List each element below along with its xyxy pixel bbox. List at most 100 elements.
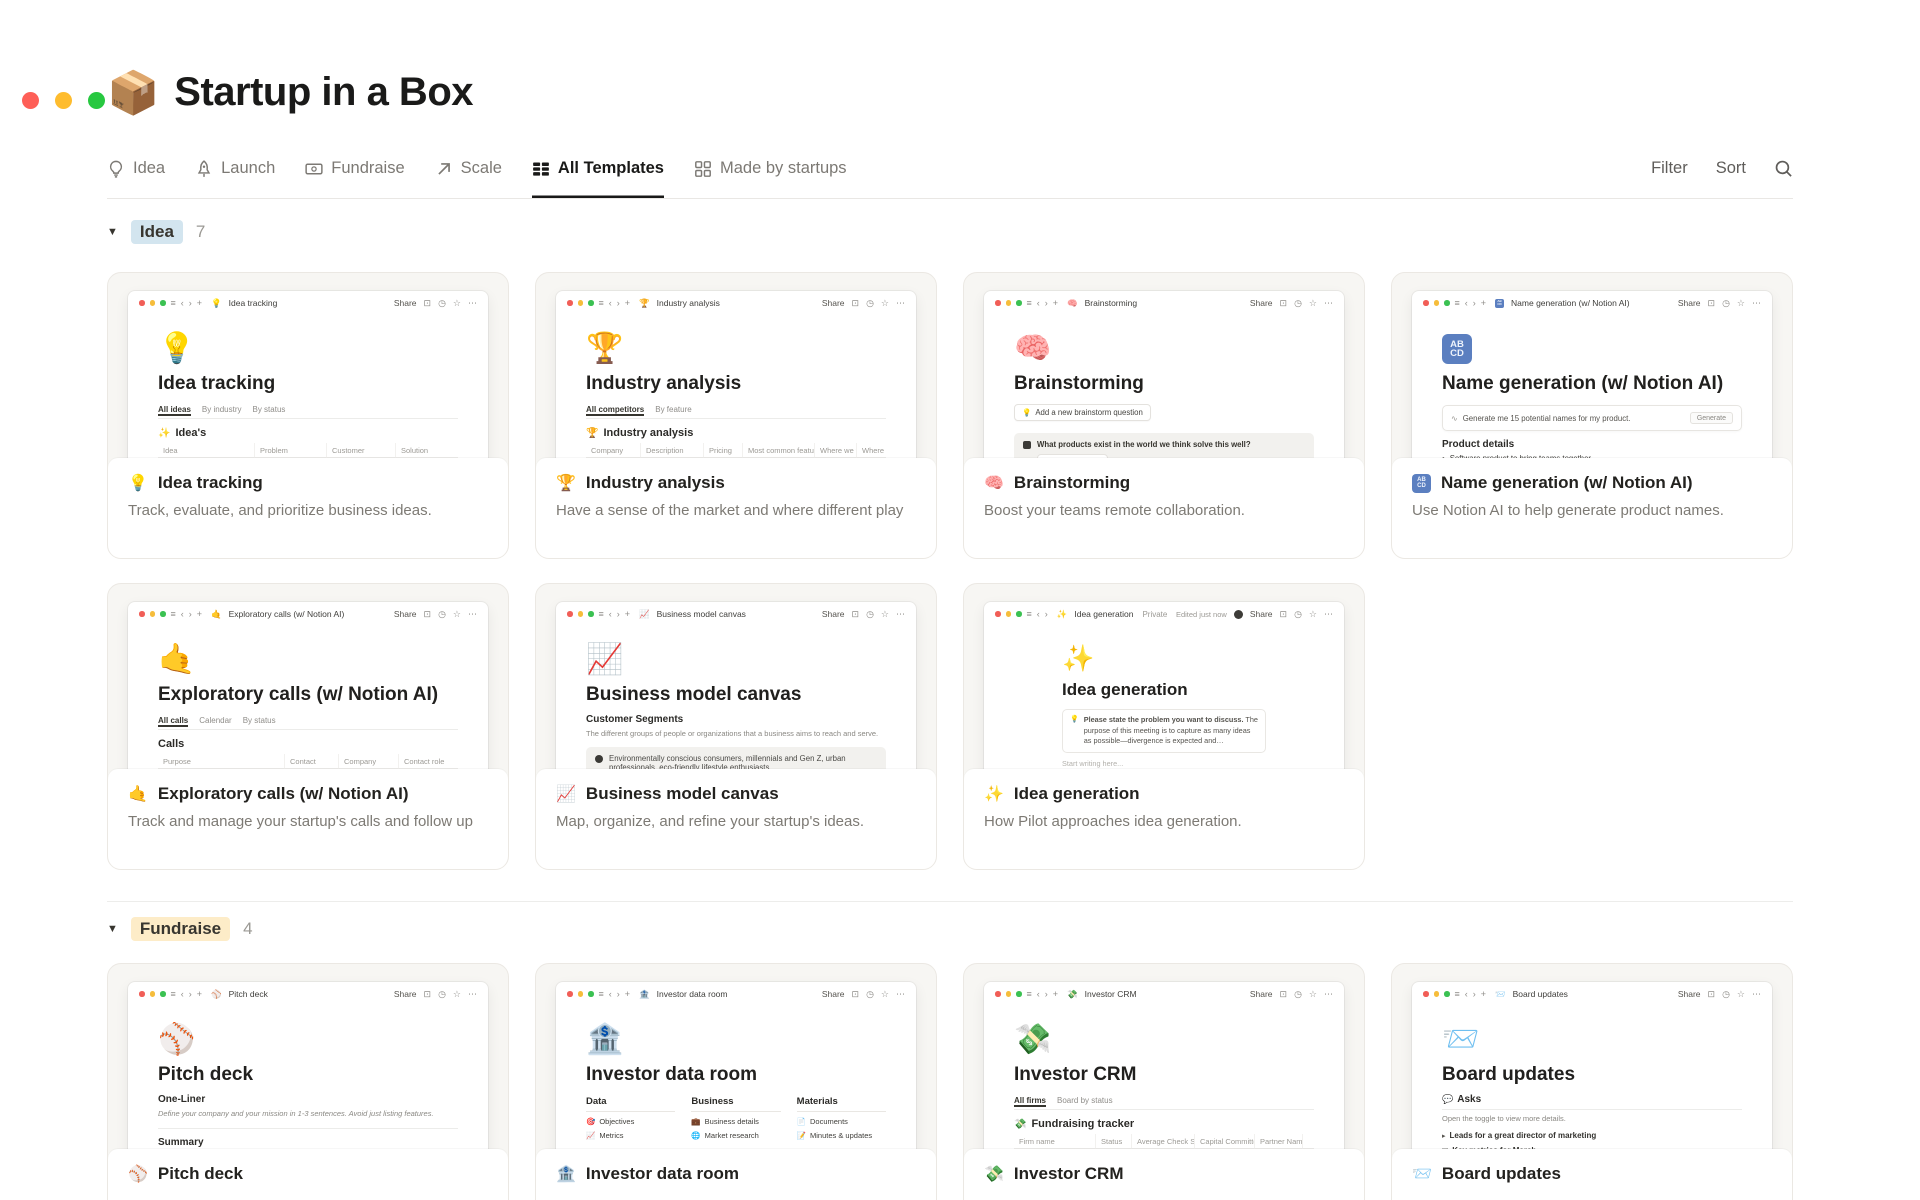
clock-icon: ◷	[438, 988, 446, 999]
more-icon: ⋯	[1752, 988, 1761, 999]
grid-icon	[532, 160, 550, 178]
call-me-hand-emoji: 🤙	[158, 643, 196, 676]
tab-launch[interactable]: Launch	[195, 139, 275, 198]
page-icon: 📨	[1495, 988, 1506, 999]
template-card-idea-generation[interactable]: ≡ ‹ › ✨ Idea generation Private Edited jus…	[963, 583, 1365, 870]
column-header: Partner Name	[1254, 1134, 1302, 1149]
money-with-wings-emoji: 💸	[1014, 1023, 1052, 1056]
section-badge-idea[interactable]: Idea	[130, 220, 183, 244]
lightbulb-emoji: 💡	[158, 332, 196, 365]
card-footer: 📨 Board updates	[1392, 1149, 1792, 1200]
share-button: Share	[821, 609, 845, 619]
mini-window-chrome: ≡ ‹ › + 📈 Business model canvas Share ⊡ ◷ ☆ ⋯	[556, 602, 916, 626]
mini-page-heading: Name generation (w/ Notion AI)	[1442, 373, 1724, 394]
mini-window: ≡ ‹ › + 💸 Investor CRM Share ⊡ ◷ ☆ ⋯ 💸 Investor…	[984, 982, 1344, 1158]
template-preview: ≡ ‹ › + AB CD Name generation (w/ Notion AI)…	[1392, 273, 1792, 467]
template-card-investor-data-room[interactable]: ≡ ‹ › + 🏦 Investor data room Share ⊡ ◷ ☆ ⋯ 🏦 In…	[535, 963, 937, 1200]
mini-section-title: Calls	[158, 738, 185, 750]
page-link: 📄 Documents	[796, 1117, 848, 1126]
section-badge-fundraise[interactable]: Fundraise	[130, 917, 231, 941]
target-icon: 🎯	[586, 1117, 596, 1126]
mini-minimize-dot	[577, 611, 583, 617]
more-icon: ⋯	[896, 297, 905, 308]
template-preview: ≡ ‹ › + 📈 Business model canvas Share ⊡ ◷ ☆ ⋯ 📈…	[536, 584, 936, 778]
mini-close-dot	[995, 611, 1001, 617]
speech-balloon-icon: 💬	[1442, 1094, 1454, 1104]
section-toggle-icon[interactable]: ▼	[107, 226, 118, 238]
mini-window-title: Idea generation	[1074, 609, 1134, 619]
toggle-item: ▸ Leads for a great director of marketing	[1442, 1130, 1597, 1140]
view-tab: By status	[242, 716, 276, 725]
mini-minimize-dot	[577, 300, 583, 306]
column-header: Status	[1095, 1134, 1131, 1149]
template-card-board-updates[interactable]: ≡ ‹ › + 📨 Board updates Share ⊡ ◷ ☆ ⋯ 📨 Board u…	[1391, 963, 1793, 1200]
mini-minimize-dot	[149, 300, 155, 306]
tab-made-by-startups[interactable]: Made by startups	[694, 139, 847, 198]
menu-icon: ≡	[170, 608, 176, 619]
tab-scale[interactable]: Scale	[435, 139, 502, 198]
menu-icon: ≡	[1026, 608, 1032, 619]
template-card-name-generation[interactable]: ≡ ‹ › + AB CD Name generation (w/ Notion AI)…	[1391, 272, 1793, 559]
card-footer: ⚾ Pitch deck	[108, 1149, 508, 1200]
column-header: Average Check Size	[1131, 1134, 1194, 1149]
card-footer: AB CD Name generation (w/ Notion AI) Use N…	[1392, 458, 1792, 558]
back-icon: ‹	[180, 608, 184, 619]
private-badge: Private	[1142, 609, 1168, 619]
forward-icon: ›	[188, 297, 192, 308]
filter-button[interactable]: Filter	[1651, 159, 1688, 178]
menu-icon: ≡	[1026, 988, 1032, 999]
mini-window-title: Investor CRM	[1084, 989, 1137, 999]
clock-icon: ◷	[866, 297, 874, 308]
mini-window-title: Name generation (w/ Notion AI)	[1511, 298, 1630, 308]
page-link: 📝 Minutes & updates	[796, 1131, 873, 1140]
mini-view-tabs: All calls Calendar By status	[158, 716, 458, 730]
column-header: Purpose	[158, 754, 284, 769]
mini-minimize-dot	[1005, 611, 1011, 617]
tab-label: Launch	[221, 159, 276, 177]
maximize-button[interactable]	[88, 92, 105, 109]
mini-window: ≡ ‹ › + 💡 Idea tracking Share ⊡ ◷ ☆ ⋯ 💡 Idea tr…	[128, 291, 488, 467]
mini-window: ≡ ‹ › + 📨 Board updates Share ⊡ ◷ ☆ ⋯ 📨 Board u…	[1412, 982, 1772, 1158]
template-card-brainstorming[interactable]: ≡ ‹ › + 🧠 Brainstorming Share ⊡ ◷ ☆ ⋯ 🧠 Brainst…	[963, 272, 1365, 559]
section-toggle-icon[interactable]: ▼	[107, 923, 118, 935]
money-with-wings-emoji: 💸	[984, 1166, 1004, 1183]
mini-window: ≡ ‹ › + 🏦 Investor data room Share ⊡ ◷ ☆ ⋯ 🏦 In…	[556, 982, 916, 1158]
template-card-pitch-deck[interactable]: ≡ ‹ › + ⚾ Pitch deck Share ⊡ ◷ ☆ ⋯ ⚾ Pitch deck…	[107, 963, 509, 1200]
comment-icon: ⊡	[423, 608, 432, 619]
sort-button[interactable]: Sort	[1716, 159, 1746, 178]
template-description: Boost your teams remote collaboration.	[984, 502, 1245, 519]
template-card-idea-tracking[interactable]: ≡ ‹ › + 💡 Idea tracking Share ⊡ ◷ ☆ ⋯ 💡 Idea tr…	[107, 272, 509, 559]
add-brainstorm-question-button: 💡 Add a new brainstorm question	[1014, 404, 1151, 421]
forward-icon: ›	[188, 608, 192, 619]
tab-fundraise[interactable]: Fundraise	[305, 139, 405, 198]
mini-page-heading: Industry analysis	[586, 373, 742, 394]
template-card-industry-analysis[interactable]: ≡ ‹ › + 🏆 Industry analysis Share ⊡ ◷ ☆ ⋯ 🏆 Ind…	[535, 272, 937, 559]
close-button[interactable]	[22, 92, 39, 109]
star-icon: ☆	[1308, 608, 1317, 619]
abcd-icon: AB CD	[1495, 298, 1505, 308]
mini-window-chrome: ≡ ‹ › + 🤙 Exploratory calls (w/ Notion AI) …	[128, 602, 488, 626]
section-count: 7	[195, 222, 206, 241]
tab-all-templates[interactable]: All Templates	[532, 139, 664, 198]
template-card-investor-crm[interactable]: ≡ ‹ › + 💸 Investor CRM Share ⊡ ◷ ☆ ⋯ 💸 Investor…	[963, 963, 1365, 1200]
mini-subheading: Customer Segments	[586, 714, 684, 725]
column-header: Pricing	[703, 443, 742, 458]
globe-icon	[595, 754, 603, 763]
mini-minimize-dot	[149, 611, 155, 617]
menu-icon: ≡	[1026, 297, 1032, 308]
mini-page-heading: Idea generation	[1062, 680, 1188, 699]
search-icon[interactable]	[1774, 159, 1793, 178]
mini-subheading: Summary	[158, 1136, 204, 1148]
forward-icon: ›	[616, 297, 620, 308]
page-icon: 💸	[1067, 988, 1078, 999]
tab-idea[interactable]: Idea	[107, 139, 165, 198]
template-card-business-model-canvas[interactable]: ≡ ‹ › + 📈 Business model canvas Share ⊡ ◷ ☆ ⋯ 📈…	[535, 583, 937, 870]
view-tab: Board by status	[1057, 1096, 1113, 1105]
minimize-button[interactable]	[55, 92, 72, 109]
incoming-envelope-emoji: 📨	[1442, 1023, 1480, 1056]
clock-icon: ◷	[1294, 988, 1302, 999]
more-icon: ⋯	[1324, 988, 1333, 999]
page-icon: 💡	[211, 297, 222, 308]
mini-page-heading: Idea tracking	[158, 373, 276, 394]
template-card-exploratory-calls[interactable]: ≡ ‹ › + 🤙 Exploratory calls (w/ Notion AI) …	[107, 583, 509, 870]
